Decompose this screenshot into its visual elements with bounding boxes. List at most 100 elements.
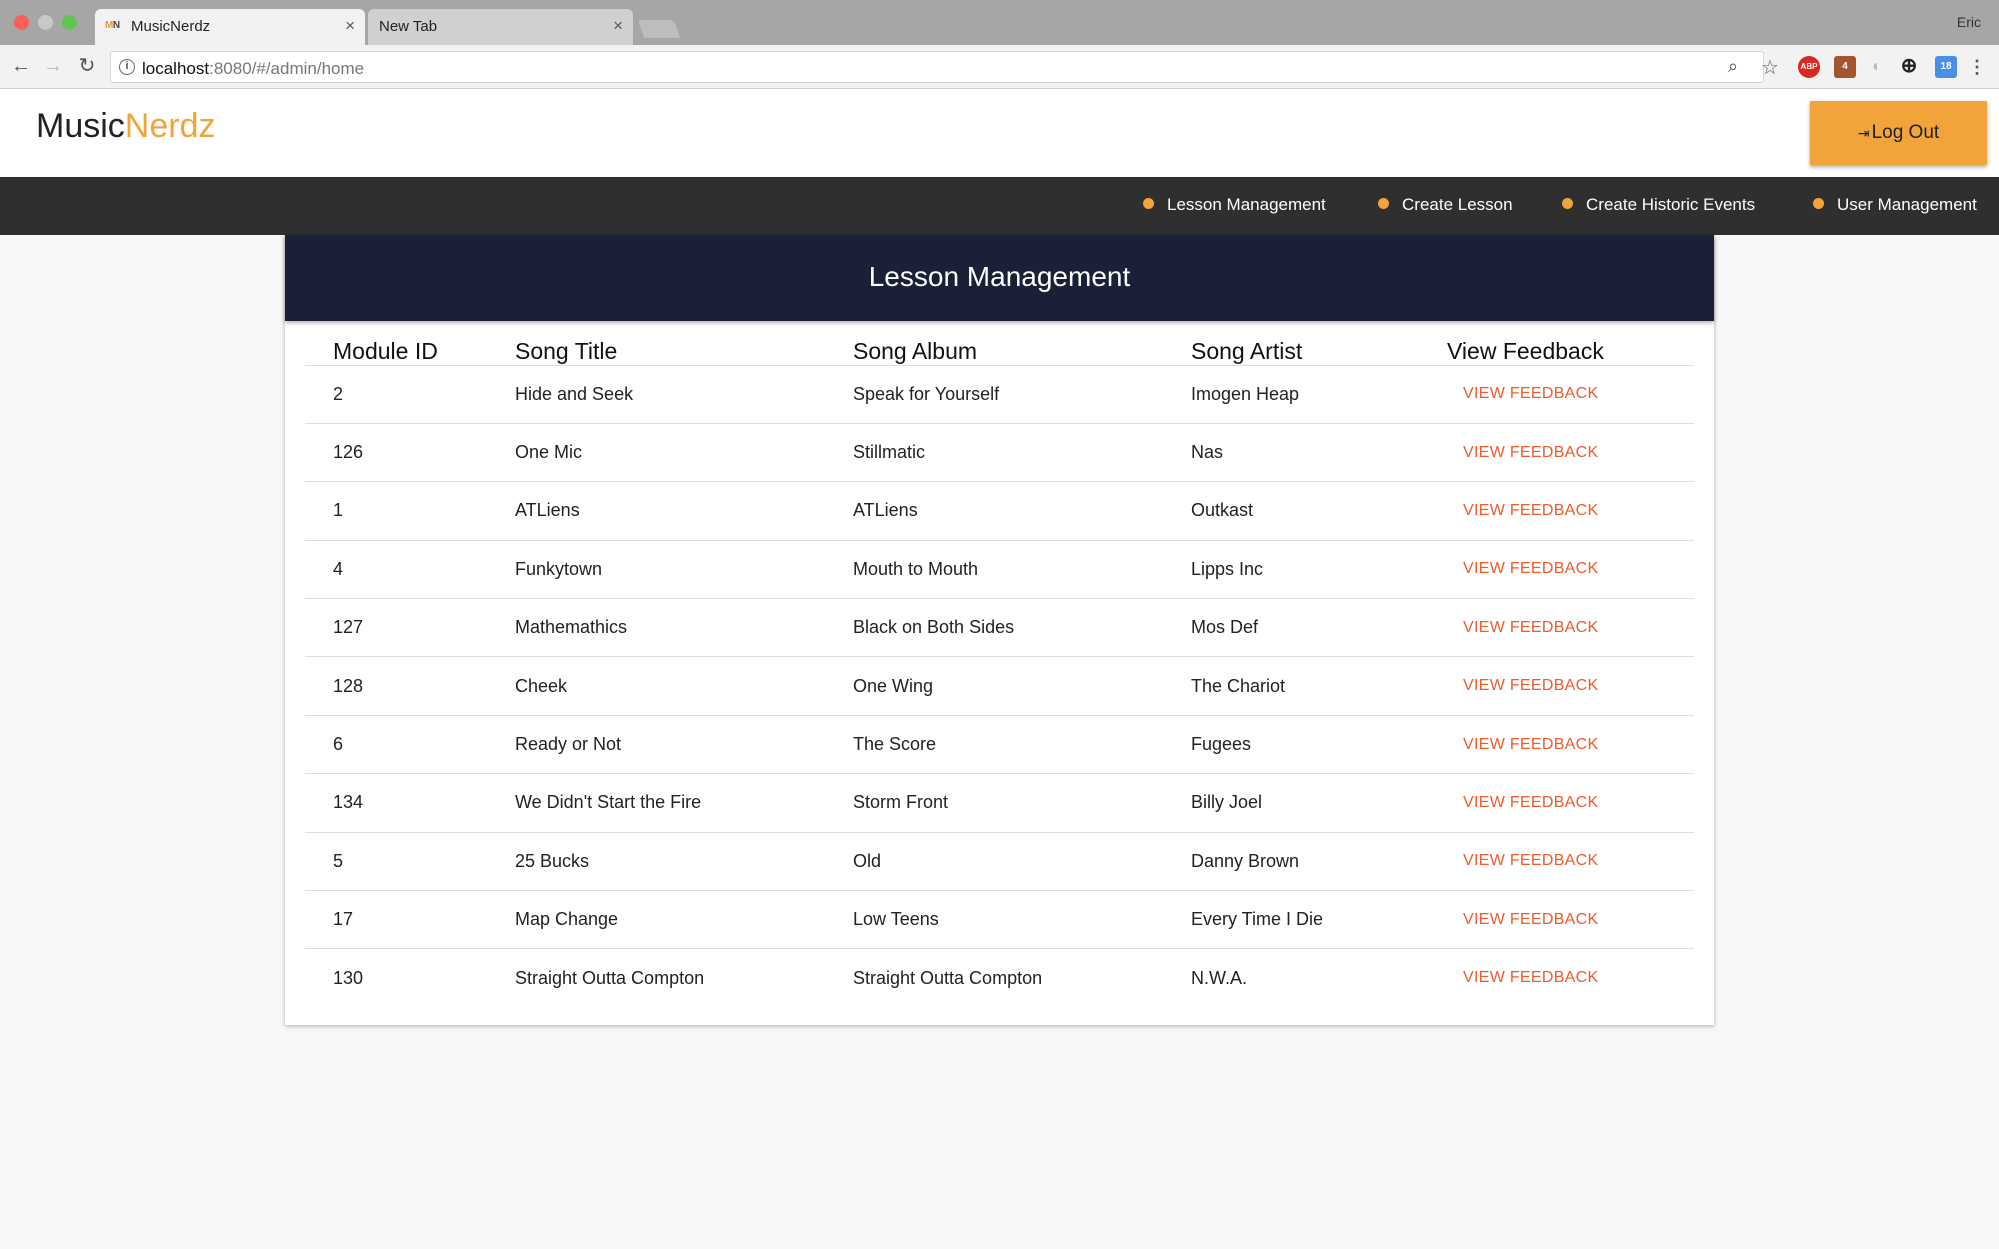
song-album-cell: Stillmatic (853, 423, 1191, 483)
song-album-cell: Black on Both Sides (853, 598, 1191, 658)
view-feedback-link[interactable]: VIEW FEEDBACK (1447, 890, 1694, 950)
view-feedback-link[interactable]: VIEW FEEDBACK (1447, 656, 1694, 716)
browser-tab-musicnerdz[interactable]: MN MusicNerdz × (95, 9, 365, 45)
nav-create-lesson[interactable]: Create Lesson (1378, 195, 1513, 215)
view-feedback-link[interactable]: VIEW FEEDBACK (1447, 715, 1694, 775)
table-row: 2 Hide and Seek Speak for Yourself Imogen H… (305, 365, 1694, 424)
view-feedback-link[interactable]: VIEW FEEDBACK (1447, 365, 1694, 424)
song-title-cell: We Didn't Start the Fire (515, 773, 853, 833)
nav-lesson-management[interactable]: Lesson Management (1143, 195, 1326, 215)
song-artist-cell: Imogen Heap (1191, 365, 1447, 424)
url-text[interactable]: localhost:8080/#/admin/home (142, 59, 364, 79)
lessons-table: Module ID Song Title Song Album Song Art… (305, 335, 1694, 1007)
back-icon[interactable]: ← (8, 53, 34, 79)
column-header-view-feedback: View Feedback (1447, 335, 1694, 366)
close-tab-icon[interactable]: × (613, 16, 623, 36)
song-artist-cell: Nas (1191, 423, 1447, 483)
extension-disabled-icon[interactable]: ◐ (1866, 56, 1888, 78)
table-row: 4 Funkytown Mouth to Mouth Lipps Inc VIEW FE… (305, 540, 1694, 600)
song-title-cell: ATLiens (515, 481, 853, 541)
app-header: MusicNerdz ⇥ Log Out (0, 89, 1999, 177)
module-id-cell: 4 (305, 540, 515, 600)
reload-icon[interactable]: ↻ (74, 53, 100, 79)
song-title-cell: Ready or Not (515, 715, 853, 775)
browser-menu-icon[interactable]: ⋮ (1966, 56, 1988, 78)
bookmark-star-icon[interactable]: ☆ (1761, 55, 1779, 80)
site-info-icon[interactable]: i (119, 59, 135, 75)
adblock-icon[interactable]: ABP (1798, 56, 1820, 78)
song-artist-cell: The Chariot (1191, 656, 1447, 716)
song-artist-cell: Fugees (1191, 715, 1447, 775)
forward-icon[interactable]: → (40, 53, 66, 79)
song-album-cell: Mouth to Mouth (853, 540, 1191, 600)
browser-tab-bar: MN MusicNerdz × New Tab × Eric (0, 0, 1999, 45)
song-album-cell: ATLiens (853, 481, 1191, 541)
logo[interactable]: MusicNerdz (36, 107, 216, 146)
view-feedback-link[interactable]: VIEW FEEDBACK (1447, 598, 1694, 658)
view-feedback-link[interactable]: VIEW FEEDBACK (1447, 481, 1694, 541)
song-title-cell: One Mic (515, 423, 853, 483)
song-artist-cell: Outkast (1191, 481, 1447, 541)
view-feedback-link[interactable]: VIEW FEEDBACK (1447, 949, 1694, 1007)
close-tab-icon[interactable]: × (345, 16, 355, 36)
table-row: 17 Map Change Low Teens Every Time I Die VIE… (305, 890, 1694, 950)
table-row: 130 Straight Outta Compton Straight Outta … (305, 949, 1694, 1007)
table-row: 128 Cheek One Wing The Chariot VIEW FEEDBACK (305, 656, 1694, 716)
address-bar[interactable]: i localhost:8080/#/admin/home ⌕ ☆ (110, 51, 1779, 83)
window-zoom-button[interactable] (62, 15, 77, 30)
column-header-module-id: Module ID (305, 335, 515, 366)
view-feedback-link[interactable]: VIEW FEEDBACK (1447, 832, 1694, 892)
module-id-cell: 127 (305, 598, 515, 658)
profile-name[interactable]: Eric (1957, 14, 1981, 30)
song-album-cell: Straight Outta Compton (853, 967, 1043, 988)
song-album-cell: The Score (853, 715, 1191, 775)
view-feedback-link[interactable]: VIEW FEEDBACK (1447, 773, 1694, 833)
table-header-row: Module ID Song Title Song Album Song Art… (305, 335, 1694, 366)
lesson-management-panel: Lesson Management Module ID Song Title S… (285, 235, 1714, 1025)
log-out-button[interactable]: ⇥ Log Out (1810, 101, 1987, 165)
extension-badge-icon[interactable]: 4 (1834, 56, 1856, 78)
module-id-cell: 17 (305, 890, 515, 950)
window-close-button[interactable] (14, 15, 29, 30)
table-row: 134 We Didn't Start the Fire Storm Front Bi… (305, 773, 1694, 833)
view-feedback-link[interactable]: VIEW FEEDBACK (1447, 540, 1694, 600)
table-row: 1 ATLiens ATLiens Outkast VIEW FEEDBACK (305, 481, 1694, 541)
browser-tab-new-tab[interactable]: New Tab × (368, 9, 633, 45)
module-id-cell: 130 (333, 967, 364, 988)
module-id-cell: 5 (305, 832, 515, 892)
view-feedback-link[interactable]: VIEW FEEDBACK (1447, 423, 1694, 483)
column-header-song-artist: Song Artist (1191, 335, 1447, 366)
module-id-cell: 2 (305, 365, 515, 424)
calendar-extension-icon[interactable]: 18 (1935, 56, 1957, 78)
song-artist-cell: Mos Def (1191, 598, 1447, 658)
song-album-cell: One Wing (853, 656, 1191, 716)
module-id-cell: 134 (305, 773, 515, 833)
song-title-cell: Hide and Seek (515, 365, 853, 424)
column-header-song-title: Song Title (515, 335, 853, 366)
song-artist-cell: Danny Brown (1191, 832, 1447, 892)
song-title-cell: 25 Bucks (515, 832, 853, 892)
bullet-icon (1813, 198, 1824, 209)
new-tab-button[interactable] (637, 20, 681, 38)
table-row: 6 Ready or Not The Score Fugees VIEW FEEDBAC… (305, 715, 1694, 775)
song-artist-cell: N.W.A. (1191, 967, 1248, 988)
song-album-cell: Low Teens (853, 890, 1191, 950)
module-id-cell: 128 (305, 656, 515, 716)
admin-nav-bar: Lesson Management Create Lesson Create H… (0, 177, 1999, 235)
song-album-cell: Speak for Yourself (853, 365, 1191, 424)
logout-icon: ⇥ (1857, 125, 1870, 141)
zoom-extension-icon[interactable]: ⊕ (1898, 56, 1920, 78)
module-id-cell: 6 (305, 715, 515, 775)
table-row: 127 Mathemathics Black on Both Sides Mos De… (305, 598, 1694, 658)
zoom-icon[interactable]: ⌕ (1728, 56, 1738, 77)
nav-create-historic-events[interactable]: Create Historic Events (1562, 195, 1755, 215)
window-minimize-button[interactable] (38, 15, 53, 30)
browser-toolbar: ← → ↻ i localhost:8080/#/admin/home ⌕ ☆ … (0, 45, 1999, 89)
table-row: 5 25 Bucks Old Danny Brown VIEW FEEDBACK (305, 832, 1694, 892)
favicon-icon: MN (105, 20, 120, 31)
nav-user-management[interactable]: User Management (1813, 195, 1977, 215)
tab-title: New Tab (379, 18, 438, 35)
song-title-cell: Map Change (515, 890, 853, 950)
bullet-icon (1562, 198, 1573, 209)
song-album-cell: Old (853, 832, 1191, 892)
